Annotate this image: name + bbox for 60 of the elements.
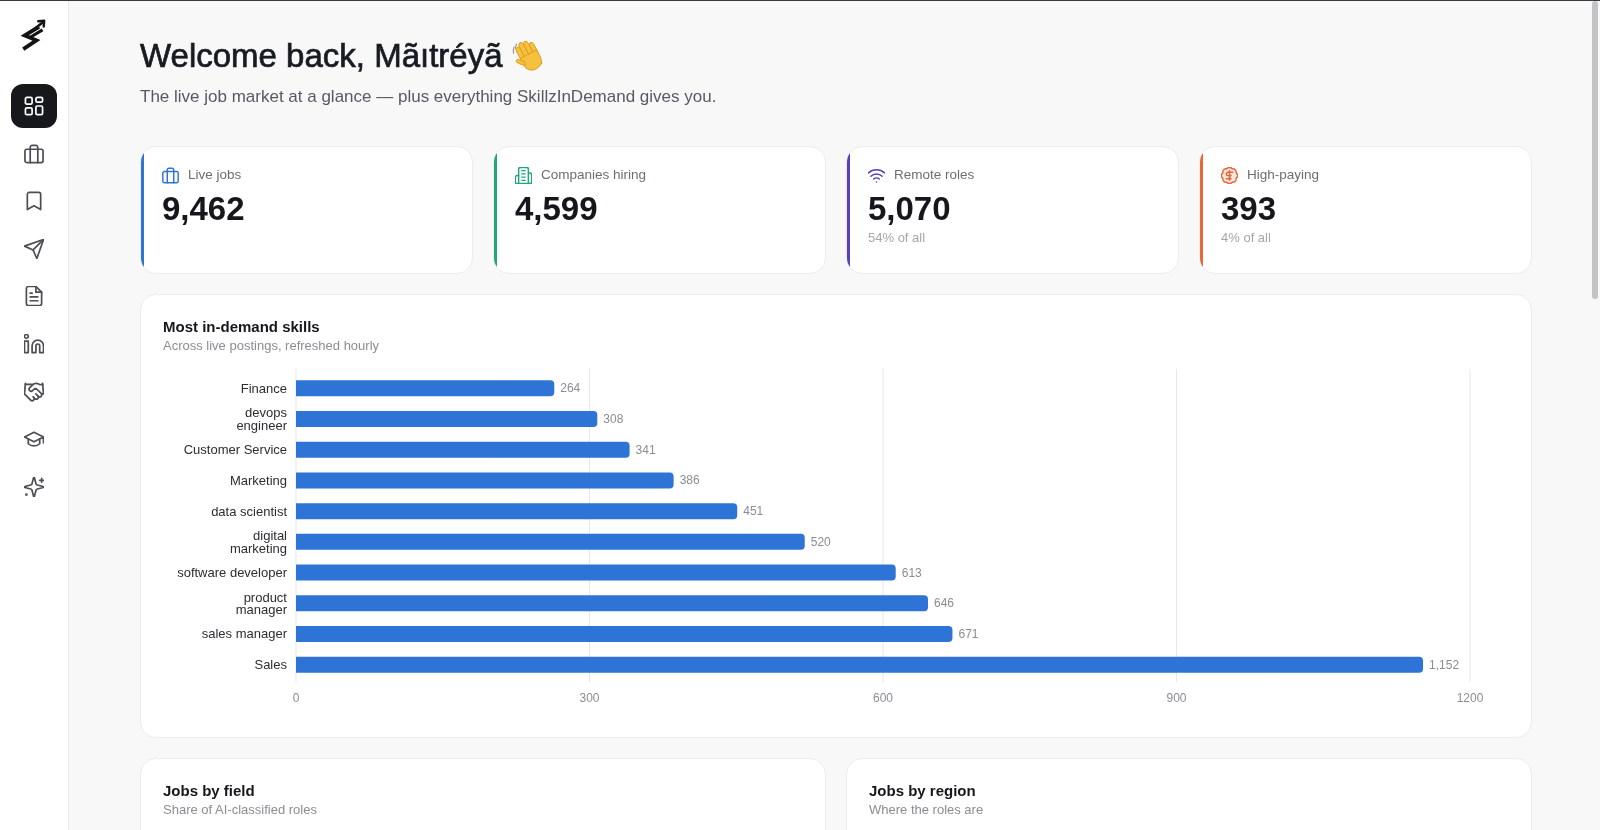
axis-label: software developer (177, 565, 287, 581)
bar-value-label: 613 (901, 565, 922, 580)
axis-label: Marketing (229, 472, 287, 488)
page-title: Welcome back, Mãıtréyã (140, 36, 503, 76)
bar-value-label: 386 (679, 473, 700, 488)
stat-value: 5,070 (868, 189, 952, 229)
panel-subtitle: Where the roles are (869, 801, 985, 819)
tick-label: 300 (579, 691, 600, 705)
bar-value-label: 671 (958, 626, 979, 641)
tick-label: 600 (873, 691, 893, 705)
bar-value-label: 451 (743, 504, 764, 519)
document-icon (24, 286, 44, 307)
axis-label: Sales (254, 657, 287, 673)
sparkles-icon (24, 476, 44, 497)
axis-label: Customer Service (183, 442, 287, 458)
stat-note: 54% of all (868, 229, 927, 247)
stat-note: 4% of all (1221, 229, 1272, 247)
stat-value: 4,599 (515, 189, 599, 229)
axis-label: sales manager (201, 626, 287, 642)
stat-label: High-paying (1247, 166, 1320, 184)
briefcase-icon (162, 166, 179, 184)
graduation-cap-icon (24, 429, 44, 450)
tick-label: 1200 (1456, 691, 1484, 705)
dollar-badge-icon (1221, 166, 1238, 184)
bar-value-label: 308 (603, 412, 624, 427)
tick-label: 0 (292, 691, 300, 705)
panel-title: Jobs by field (163, 781, 256, 801)
axis-label: digital marketing (229, 528, 287, 556)
waving-hand-icon (510, 39, 545, 73)
paper-plane-icon (24, 238, 44, 259)
stat-label: Remote roles (894, 166, 975, 184)
bar-value-label: 1,152 (1429, 657, 1460, 672)
stat-label: Companies hiring (541, 166, 647, 184)
stat-label: Live jobs (188, 166, 242, 184)
grid-icon (24, 96, 44, 116)
stat-value: 9,462 (162, 189, 246, 229)
wifi-icon (868, 166, 885, 184)
sidebar-nav-button[interactable] (11, 84, 57, 128)
briefcase-icon (24, 143, 44, 164)
in-icon (24, 333, 44, 354)
axis-label: data scientist (211, 503, 287, 519)
bar-value-label: 520 (810, 534, 831, 549)
handshake-icon (24, 381, 44, 402)
panel-title: Most in-demand skills (163, 317, 321, 337)
logo-icon (21, 17, 47, 52)
panel-subtitle: Share of AI-classified roles (163, 801, 318, 819)
stat-value: 393 (1221, 189, 1278, 229)
page-subtitle: The live job market at a glance — plus everything SkillzInDemand gives you. (140, 86, 718, 108)
axis-label: Finance (240, 380, 287, 396)
tick-label: 900 (1166, 691, 1187, 705)
scrollbar-thumb[interactable] (1592, 1, 1598, 299)
axis-label: devops engineer (236, 405, 287, 433)
panel-title: Jobs by region (869, 781, 977, 801)
bar-value-label: 264 (560, 381, 581, 396)
bar-value-label: 646 (934, 596, 955, 611)
bar-value-label: 341 (635, 442, 656, 457)
bookmark-icon (24, 191, 44, 212)
building-icon (515, 166, 532, 184)
axis-label: product manager (235, 589, 287, 617)
panel-subtitle: Across live postings, refreshed hourly (163, 337, 381, 355)
